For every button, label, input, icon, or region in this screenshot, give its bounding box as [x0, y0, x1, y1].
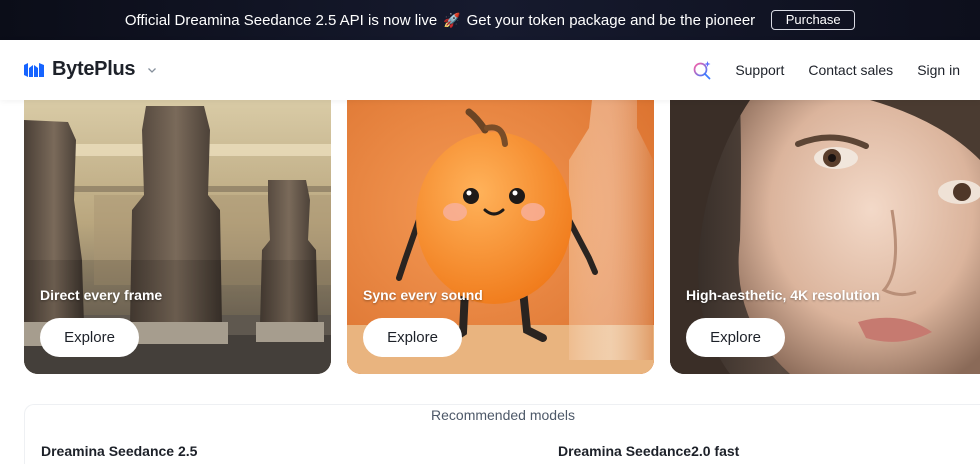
feature-cards: Direct every frame Explore Sync every so…	[24, 100, 980, 374]
announcement-text: Official Dreamina Seedance 2.5 API is no…	[124, 11, 438, 29]
model-link[interactable]: Dreamina Seedance 2.5	[41, 443, 197, 459]
announcement-bar: Official Dreamina Seedance 2.5 API is no…	[0, 0, 980, 40]
explore-button[interactable]: Explore	[363, 318, 462, 357]
feature-card-direct-every-frame[interactable]: Direct every frame Explore	[24, 100, 331, 374]
nav-sign-in-link[interactable]: Sign in	[917, 62, 960, 78]
card-title: Direct every frame	[40, 287, 163, 303]
announcement-message: Official Dreamina Seedance 2.5 API is no…	[125, 12, 755, 29]
explore-button[interactable]: Explore	[686, 318, 785, 357]
feature-card-sync-every-sound[interactable]: Sync every sound Explore	[347, 100, 654, 374]
recommended-models-panel: Recommended models Dreamina Seedance 2.5…	[24, 404, 980, 464]
announcement-text-2: Get your token package and be the pionee…	[466, 11, 756, 29]
ai-search-icon[interactable]	[691, 59, 713, 81]
header-nav: Support Contact sales Sign in	[691, 40, 960, 100]
recommended-heading: Recommended models	[431, 407, 575, 423]
card-title: High-aesthetic, 4K resolution	[686, 287, 880, 303]
rocket-icon: 🚀	[443, 11, 461, 28]
brand-name: BytePlus	[52, 58, 136, 80]
byteplus-logo-icon	[24, 62, 44, 77]
brand-logo[interactable]: BytePlus	[24, 58, 157, 81]
top-navigation: BytePlus Support Contact sales Sign in	[0, 40, 980, 100]
feature-card-4k-resolution[interactable]: High-aesthetic, 4K resolution Explore	[670, 100, 980, 374]
nav-support-link[interactable]: Support	[735, 62, 784, 78]
explore-button[interactable]: Explore	[40, 318, 139, 357]
card-title: Sync every sound	[363, 287, 483, 303]
nav-contact-sales-link[interactable]: Contact sales	[808, 62, 893, 78]
chevron-down-icon[interactable]	[147, 65, 157, 75]
model-link[interactable]: Dreamina Seedance2.0 fast	[558, 443, 739, 459]
purchase-button[interactable]: Purchase	[771, 10, 856, 30]
